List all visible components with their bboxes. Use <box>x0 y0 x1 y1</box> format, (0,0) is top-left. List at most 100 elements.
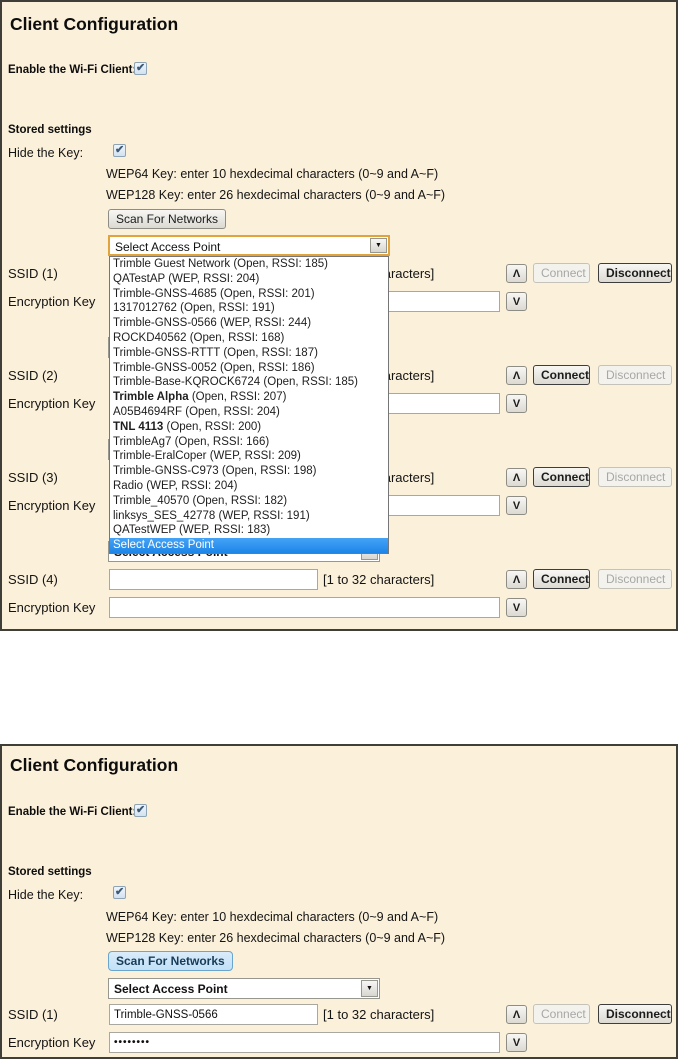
access-point-name: Radio <box>113 479 144 492</box>
access-point-detail: (Open, RSSI: 200) <box>163 420 262 433</box>
access-point-name: Trimble-GNSS-RTTT <box>113 346 221 359</box>
ssid-3-disconnect-button[interactable]: Disconnect <box>598 467 672 487</box>
access-point-option[interactable]: Trimble Alpha (Open, RSSI: 207) <box>110 390 388 405</box>
access-point-detail: (WEP, RSSI: 204) <box>165 272 260 285</box>
ssid-2-disconnect-button[interactable]: Disconnect <box>598 365 672 385</box>
wep128-hint: WEP128 Key: enter 26 hexdecimal characte… <box>106 188 446 202</box>
access-point-detail: (WEP, RSSI: 244) <box>216 317 312 330</box>
access-point-option[interactable]: TNL 4113 (Open, RSSI: 200) <box>110 420 388 435</box>
ssid-2-connect-button[interactable]: Connect <box>533 365 590 385</box>
access-point-option[interactable]: Trimble-EralCoper (WEP, RSSI: 209) <box>110 449 388 464</box>
ssid-3-move-down-button[interactable]: V <box>506 496 527 515</box>
access-point-option[interactable]: Trimble-Base-KQROCK6724 (Open, RSSI: 185… <box>110 375 388 390</box>
ssid-1-move-down-button[interactable]: V <box>506 1033 527 1052</box>
enable-wifi-checkbox[interactable] <box>134 61 147 75</box>
access-point-detail: (Open, RSSI: 207) <box>188 391 287 404</box>
ssid-2-label: SSID (2) <box>8 368 58 383</box>
scan-networks-button[interactable]: Scan For Networks <box>108 209 227 229</box>
access-point-select-1[interactable]: Select Access Point ▼ <box>108 235 390 256</box>
access-point-detail: (Open, RSSI: 201) <box>216 287 315 300</box>
ssid-4-disconnect-button[interactable]: Disconnect <box>598 569 672 589</box>
page-title: Client Configuration <box>10 14 179 34</box>
access-point-option[interactable]: QATestAP (WEP, RSSI: 204) <box>110 272 388 287</box>
access-point-detail: (Open, RSSI: 187) <box>220 346 318 359</box>
ssid-4-connect-button[interactable]: Connect <box>533 569 590 589</box>
access-point-name: TrimbleAg7 <box>113 435 172 448</box>
wep128-hint: WEP128 Key: enter 26 hexdecimal characte… <box>106 931 446 945</box>
access-point-option[interactable]: Trimble-GNSS-0566 (WEP, RSSI: 244) <box>110 316 388 331</box>
ssid-3-move-up-button[interactable]: Λ <box>506 468 527 487</box>
encryption-key-1-label: Encryption Key <box>8 294 96 309</box>
access-point-option[interactable]: Trimble Guest Network (Open, RSSI: 185) <box>110 257 388 272</box>
page-title: Client Configuration <box>10 755 179 775</box>
hide-key-checkbox[interactable] <box>113 143 126 157</box>
access-point-dropdown-list: Trimble Guest Network (Open, RSSI: 185) Q… <box>109 256 389 554</box>
enable-wifi-label: Enable the Wi-Fi Client: <box>8 64 137 76</box>
access-point-name: Trimble-GNSS-C973 <box>113 465 219 478</box>
access-point-name: 1317012762 <box>113 302 177 315</box>
access-point-name: Trimble_40570 <box>113 494 190 507</box>
access-point-detail: (WEP, RSSI: 183) <box>175 524 271 537</box>
access-point-detail: (WEP, RSSI: 191) <box>215 509 310 522</box>
access-point-option[interactable]: Radio (WEP, RSSI: 204) <box>110 479 388 494</box>
access-point-detail: (Open, RSSI: 186) <box>216 361 315 374</box>
ssid-3-label: SSID (3) <box>8 470 58 485</box>
ssid-4-input[interactable] <box>109 569 318 590</box>
access-point-option[interactable]: Select Access Point <box>110 538 388 553</box>
access-point-detail: (WEP, RSSI: 204) <box>143 479 238 492</box>
ssid-3-connect-button[interactable]: Connect <box>533 467 590 487</box>
encryption-key-3-label: Encryption Key <box>8 498 96 513</box>
hide-key-checkbox[interactable] <box>113 885 126 899</box>
dropdown-arrow-icon[interactable]: ▼ <box>370 238 387 253</box>
ssid-4-move-up-button[interactable]: Λ <box>506 570 527 589</box>
access-point-option[interactable]: ROCKD40562 (Open, RSSI: 168) <box>110 331 388 346</box>
access-point-option[interactable]: 1317012762 (Open, RSSI: 191) <box>110 301 388 316</box>
ssid-1-connect-button[interactable]: Connect <box>533 1004 590 1024</box>
ssid-1-connect-button[interactable]: Connect <box>533 263 590 283</box>
ssid-1-input[interactable] <box>109 1004 318 1025</box>
scan-networks-button[interactable]: Scan For Networks <box>108 951 233 971</box>
ssid-1-hint: [1 to 32 characters] <box>323 1007 435 1022</box>
access-point-name: Trimble-GNSS-4685 <box>113 287 217 300</box>
ssid-1-disconnect-button[interactable]: Disconnect <box>598 263 672 283</box>
access-point-option[interactable]: Trimble-GNSS-C973 (Open, RSSI: 198) <box>110 464 388 479</box>
access-point-option[interactable]: linksys_SES_42778 (WEP, RSSI: 191) <box>110 509 388 524</box>
access-point-name: linksys_SES_42778 <box>113 509 216 522</box>
access-point-detail: (WEP, RSSI: 209) <box>206 450 301 463</box>
ssid-1-move-up-button[interactable]: Λ <box>506 1005 527 1024</box>
enable-wifi-checkbox[interactable] <box>134 803 147 817</box>
ssid-4-label: SSID (4) <box>8 572 58 587</box>
hide-key-label: Hide the Key: <box>8 888 84 902</box>
access-point-detail: (Open, RSSI: 182) <box>189 494 288 507</box>
access-point-option[interactable]: QATestWEP (WEP, RSSI: 183) <box>110 523 388 538</box>
access-point-option[interactable]: Trimble_40570 (Open, RSSI: 182) <box>110 494 388 509</box>
access-point-option[interactable]: A05B4694RF (Open, RSSI: 204) <box>110 405 388 420</box>
ssid-2-move-up-button[interactable]: Λ <box>506 366 527 385</box>
wep64-hint: WEP64 Key: enter 10 hexdecimal character… <box>106 167 439 181</box>
access-point-name: QATestWEP <box>113 524 176 537</box>
access-point-detail: (Open, RSSI: 185) <box>230 258 328 270</box>
access-point-name: QATestAP <box>113 272 165 285</box>
ssid-1-move-down-button[interactable]: V <box>506 292 527 311</box>
access-point-detail: (Open, RSSI: 191) <box>176 302 275 315</box>
encryption-key-1-input[interactable] <box>109 1032 500 1053</box>
access-point-name: TNL 4113 <box>113 420 164 433</box>
ssid-1-label: SSID (1) <box>8 1007 58 1022</box>
access-point-option[interactable]: Trimble-GNSS-0052 (Open, RSSI: 186) <box>110 361 388 376</box>
access-point-option[interactable]: TrimbleAg7 (Open, RSSI: 166) <box>110 435 388 450</box>
client-config-panel-expanded: Client Configuration Enable the Wi-Fi Cl… <box>0 0 678 631</box>
ssid-2-move-down-button[interactable]: V <box>506 394 527 413</box>
access-point-name: Trimble-EralCoper <box>113 450 207 463</box>
access-point-option[interactable]: Trimble-GNSS-RTTT (Open, RSSI: 187) <box>110 346 388 361</box>
access-point-name: Trimble-GNSS-0052 <box>113 361 217 374</box>
dropdown-arrow-icon[interactable]: ▼ <box>361 980 378 997</box>
ssid-1-move-up-button[interactable]: Λ <box>506 264 527 283</box>
encryption-key-4-input[interactable] <box>109 597 500 618</box>
access-point-detail: (Open, RSSI: 166) <box>171 435 270 448</box>
wep64-hint: WEP64 Key: enter 10 hexdecimal character… <box>106 910 439 924</box>
encryption-key-1-label: Encryption Key <box>8 1035 96 1050</box>
access-point-select-1[interactable]: Select Access Point ▼ <box>108 978 380 999</box>
ssid-1-disconnect-button[interactable]: Disconnect <box>598 1004 672 1024</box>
access-point-option[interactable]: Trimble-GNSS-4685 (Open, RSSI: 201) <box>110 287 388 302</box>
ssid-4-move-down-button[interactable]: V <box>506 598 527 617</box>
